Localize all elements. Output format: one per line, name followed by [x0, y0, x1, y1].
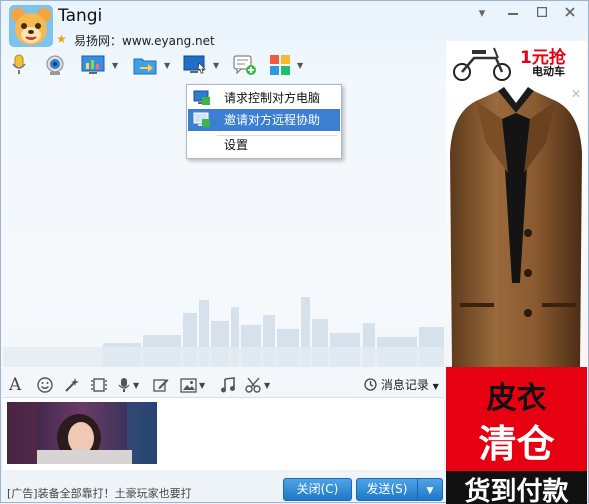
chevron-down-icon: ▼: [199, 380, 206, 390]
menu-item-label: 设置: [224, 138, 249, 152]
shake-button[interactable]: [64, 376, 80, 394]
dropdown-icon[interactable]: ▾: [472, 5, 492, 23]
edit-image-button[interactable]: [153, 376, 169, 394]
ad-bottom-text: 货到付款: [464, 477, 569, 504]
message-add-icon: [233, 55, 256, 75]
message-history-button[interactable]: 消息记录 ▼: [364, 376, 439, 393]
webcam-icon: [46, 55, 64, 75]
film-icon: [91, 378, 107, 392]
ad-product-image[interactable]: ✕: [446, 83, 587, 409]
ad-headline-2: 清仓: [478, 422, 555, 466]
remote-desktop-icon: [183, 55, 206, 74]
chevron-down-icon[interactable]: ▼: [112, 61, 118, 70]
history-label: 消息记录: [380, 378, 429, 392]
ad-top-caption: 电动车: [532, 65, 565, 78]
chevron-down-icon: ▼: [432, 382, 439, 391]
voice-call-button[interactable]: [3, 51, 35, 79]
apps-grid-icon: [270, 55, 290, 75]
font-icon: A: [9, 375, 22, 395]
voice-message-button[interactable]: ▼: [117, 376, 139, 394]
inline-image-thumbnail[interactable]: [7, 402, 157, 464]
chevron-down-icon: ▼: [426, 486, 434, 496]
music-button[interactable]: [220, 376, 235, 394]
contact-avatar[interactable]: [9, 5, 53, 47]
chevron-down-icon: ▼: [133, 380, 140, 390]
scissors-icon: [245, 377, 261, 393]
send-file-button[interactable]: [129, 51, 161, 79]
remote-control-icon: [193, 90, 210, 105]
folder-arrow-icon: [133, 58, 157, 75]
star-icon: ★: [56, 32, 67, 46]
apps-button[interactable]: [264, 51, 296, 79]
ad-bottom-banner[interactable]: 货到付款: [446, 471, 587, 504]
video-call-button[interactable]: [39, 51, 71, 79]
chevron-down-icon: ▼: [264, 380, 271, 390]
share-screen-button[interactable]: [77, 51, 109, 79]
minimize-button[interactable]: [503, 5, 523, 23]
send-image-button[interactable]: ▼: [180, 376, 205, 394]
menu-item-label: 邀请对方远程协助: [224, 113, 321, 127]
contact-signature: 易扬网：www.eyang.net: [74, 34, 215, 48]
magic-wand-icon: [65, 378, 79, 392]
send-options-button[interactable]: ▼: [417, 478, 443, 501]
leather-jacket-image: [450, 87, 582, 367]
create-group-button[interactable]: [229, 51, 261, 79]
chevron-down-icon[interactable]: ▼: [164, 61, 170, 70]
message-input[interactable]: [3, 397, 444, 470]
image-icon: [180, 377, 197, 393]
screen-capture-button[interactable]: ▼: [245, 376, 270, 394]
ad-headline-1: 皮衣: [486, 381, 547, 416]
footer-ad-link[interactable]: [广告]装备全部靠打！土豪玩家也要打: [7, 485, 192, 501]
chevron-down-icon[interactable]: ▼: [297, 61, 303, 70]
music-note-icon: [221, 377, 235, 393]
remote-assist-menu: 请求控制对方电脑 邀请对方远程协助 设置: [186, 84, 342, 159]
menu-item-request-control[interactable]: 请求控制对方电脑: [188, 87, 340, 109]
clock-icon: [364, 378, 377, 391]
microphone-icon: [12, 54, 26, 74]
remote-assist-icon: [193, 112, 210, 127]
screen-share-icon: [81, 55, 105, 74]
remote-assist-button[interactable]: [179, 51, 211, 79]
maximize-button[interactable]: [532, 5, 552, 23]
ad-banner-top[interactable]: 1元抢 电动车: [446, 41, 587, 83]
emoji-button[interactable]: [37, 376, 53, 394]
send-button[interactable]: 发送(S): [356, 478, 418, 501]
ad-close-icon[interactable]: ✕: [571, 87, 581, 101]
menu-item-invite-assist[interactable]: 邀请对方远程协助: [188, 109, 340, 131]
font-button[interactable]: A: [9, 375, 22, 395]
menu-item-settings[interactable]: 设置: [188, 134, 340, 156]
side-advertisement[interactable]: 1元抢 电动车 ✕ 皮衣 清仓 货到付款: [446, 41, 587, 504]
chat-window: Tangi ★ 易扬网：www.eyang.net ▾ ▼ ▼ ▼ ▼ 请求控制…: [0, 0, 589, 504]
scooter-image: [453, 47, 511, 81]
close-button[interactable]: 关闭(C): [283, 478, 352, 501]
chevron-down-icon[interactable]: ▼: [213, 61, 219, 70]
close-window-button[interactable]: [560, 5, 580, 23]
edit-icon: [153, 379, 169, 392]
contact-name: Tangi: [58, 6, 103, 26]
microphone-icon: [118, 378, 130, 392]
menu-item-label: 请求控制对方电脑: [224, 91, 321, 105]
ad-promo-block[interactable]: 皮衣 清仓: [446, 367, 587, 471]
smiley-icon: [37, 377, 53, 393]
screenshot-button[interactable]: [91, 376, 107, 394]
